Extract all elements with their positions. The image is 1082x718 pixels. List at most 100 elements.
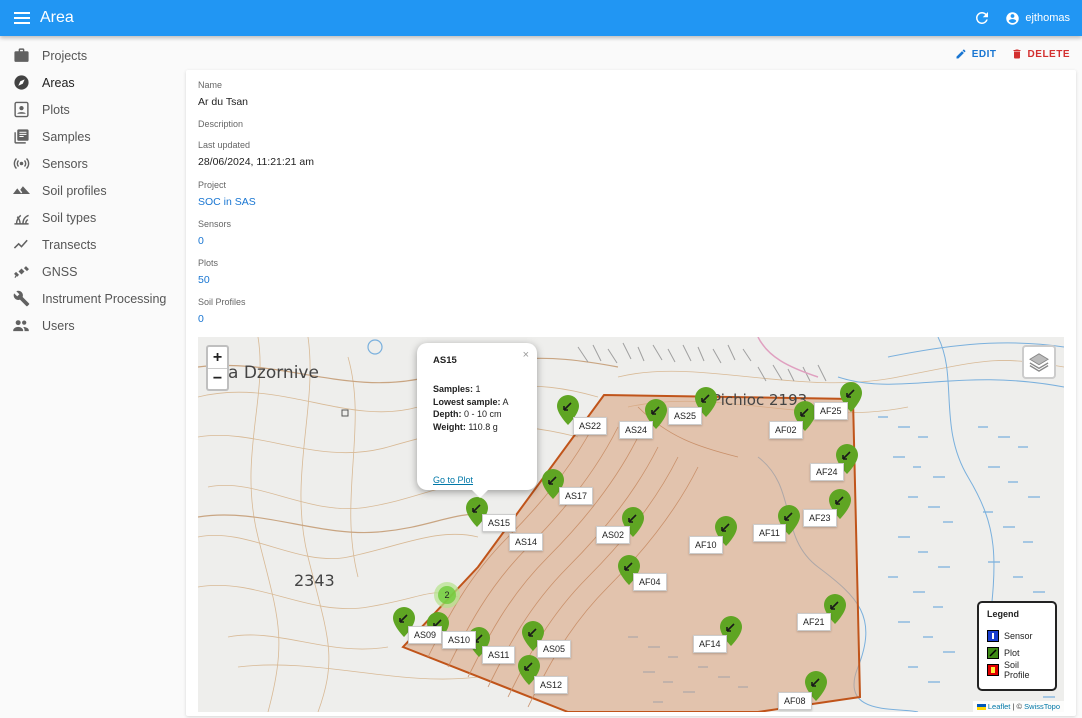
plot-icon — [12, 101, 30, 119]
pencil-icon — [956, 49, 966, 59]
user-menu[interactable]: ejthomas — [1005, 11, 1070, 26]
plot-label: AS11 — [482, 646, 516, 664]
satellite-icon — [12, 263, 30, 281]
plot-label: AS22 — [573, 417, 608, 435]
sidebar-item-transects[interactable]: Transects — [0, 231, 178, 258]
plot-popup: AS15 × Samples: 1 Lowest sample: A Depth… — [417, 343, 537, 490]
field-value: 28/06/2024, 11:21:21 am — [198, 156, 314, 168]
legend-title: Legend — [987, 609, 1020, 619]
zoom-in-button[interactable]: + — [208, 347, 227, 368]
field-last-updated: Last updated 28/06/2024, 11:21:21 am — [198, 140, 314, 168]
sidebar-item-soil-profiles[interactable]: Soil profiles — [0, 177, 178, 204]
map-legend: Legend Sensor Plot Soil Profile — [977, 601, 1057, 691]
project-link[interactable]: SOC in SAS — [198, 196, 256, 208]
record-actions: EDIT DELETE — [941, 48, 1070, 60]
sidebar-nav: Projects Areas Plots Samples Sensors Soi… — [0, 42, 178, 339]
page-title: Area — [40, 9, 74, 26]
delete-button[interactable]: DELETE — [1011, 48, 1070, 60]
sensor-icon — [12, 155, 30, 173]
sidebar-item-label: Projects — [42, 48, 88, 63]
sidebar-item-label: Plots — [42, 102, 70, 117]
plot-icon — [987, 646, 999, 659]
swisstopo-link[interactable]: SwissTopo — [1024, 702, 1060, 711]
popup-close-button[interactable]: × — [523, 349, 529, 361]
plot-label: AF25 — [814, 402, 848, 420]
plot-label: AF14 — [693, 635, 727, 653]
sensors-count-link[interactable]: 0 — [198, 235, 231, 247]
plots-count-link[interactable]: 50 — [198, 274, 218, 286]
trash-icon — [1013, 49, 1021, 59]
field-label: Plots — [198, 258, 219, 268]
library-icon — [12, 128, 30, 146]
marker-cluster[interactable]: 2 — [434, 582, 460, 608]
cluster-count: 2 — [438, 586, 456, 604]
plot-label: AF21 — [797, 613, 831, 631]
field-label: Sensors — [198, 219, 232, 229]
sidebar-item-samples[interactable]: Samples — [0, 123, 178, 150]
flag-icon — [976, 704, 986, 711]
sidebar-item-label: Soil profiles — [42, 183, 107, 198]
plot-label: AF24 — [810, 463, 844, 481]
elevation-label: 2343 — [294, 571, 335, 590]
layers-icon — [1029, 353, 1049, 372]
sidebar-item-gnss[interactable]: GNSS — [0, 258, 178, 285]
grass-icon — [12, 209, 30, 227]
sidebar-item-soil-types[interactable]: Soil types — [0, 204, 178, 231]
sidebar-item-label: Users — [42, 318, 75, 333]
soil-profiles-count-link[interactable]: 0 — [198, 313, 246, 325]
legend-row-plot: Plot — [987, 644, 1047, 661]
sidebar-item-label: Sensors — [42, 156, 88, 171]
sidebar-item-instrument-processing[interactable]: Instrument Processing — [0, 285, 178, 312]
field-label: Last updated — [198, 140, 251, 150]
refresh-icon[interactable] — [973, 9, 991, 27]
plot-label: AS17 — [559, 487, 594, 505]
zoom-out-button[interactable]: − — [208, 368, 227, 389]
leaflet-link[interactable]: Leaflet — [988, 702, 1011, 711]
plot-label: AS15 — [482, 514, 517, 532]
sidebar-item-sensors[interactable]: Sensors — [0, 150, 178, 177]
field-soil-profiles: Soil Profiles 0 — [198, 297, 246, 325]
terrain-icon — [12, 182, 30, 200]
field-plots: Plots 50 — [198, 258, 218, 286]
plot-label: AF10 — [689, 536, 723, 554]
sidebar-item-projects[interactable]: Projects — [0, 42, 178, 69]
sidebar-item-label: Areas — [42, 75, 75, 90]
field-description: Description — [198, 119, 243, 135]
people-icon — [12, 317, 30, 335]
plot-label: AS24 — [619, 421, 654, 439]
sidebar-item-label: Transects — [42, 237, 97, 252]
area-map[interactable]: a Dzornive Pichioc 2193 2343 + − 2 AS22 … — [198, 337, 1064, 712]
briefcase-icon — [12, 47, 30, 65]
app-bar: Area ejthomas — [0, 0, 1082, 36]
legend-row-sensor: Sensor — [987, 627, 1047, 644]
plot-label: AS09 — [408, 626, 443, 644]
sensor-icon — [987, 629, 999, 642]
sidebar-item-plots[interactable]: Plots — [0, 96, 178, 123]
sidebar-item-areas[interactable]: Areas — [0, 69, 178, 96]
field-sensors: Sensors 0 — [198, 219, 231, 247]
plot-label: AF11 — [753, 524, 786, 542]
zoom-control: + − — [206, 345, 229, 391]
field-label: Project — [198, 180, 227, 190]
layers-control[interactable] — [1022, 345, 1056, 379]
compass-icon — [12, 74, 30, 92]
menu-icon[interactable] — [12, 8, 32, 28]
field-label: Name — [198, 80, 223, 90]
popup-tip — [470, 488, 490, 498]
plot-label: AF02 — [769, 421, 803, 439]
field-label: Soil Profiles — [198, 297, 246, 307]
place-name: a Dzornive — [228, 363, 319, 383]
soil-profile-icon — [987, 663, 999, 676]
plot-label: AF23 — [803, 509, 837, 527]
field-value: Ar du Tsan — [198, 96, 249, 108]
popup-title: AS15 — [433, 355, 457, 366]
edit-button[interactable]: EDIT — [955, 48, 997, 60]
plot-label: AS14 — [509, 533, 544, 551]
go-to-plot-link[interactable]: Go to Plot — [433, 475, 473, 485]
sidebar-item-label: GNSS — [42, 264, 78, 279]
plot-label: AS02 — [596, 526, 631, 544]
sidebar-item-users[interactable]: Users — [0, 312, 178, 339]
plot-label: AS25 — [668, 407, 703, 425]
sidebar-item-label: Soil types — [42, 210, 97, 225]
field-label: Description — [198, 119, 244, 129]
